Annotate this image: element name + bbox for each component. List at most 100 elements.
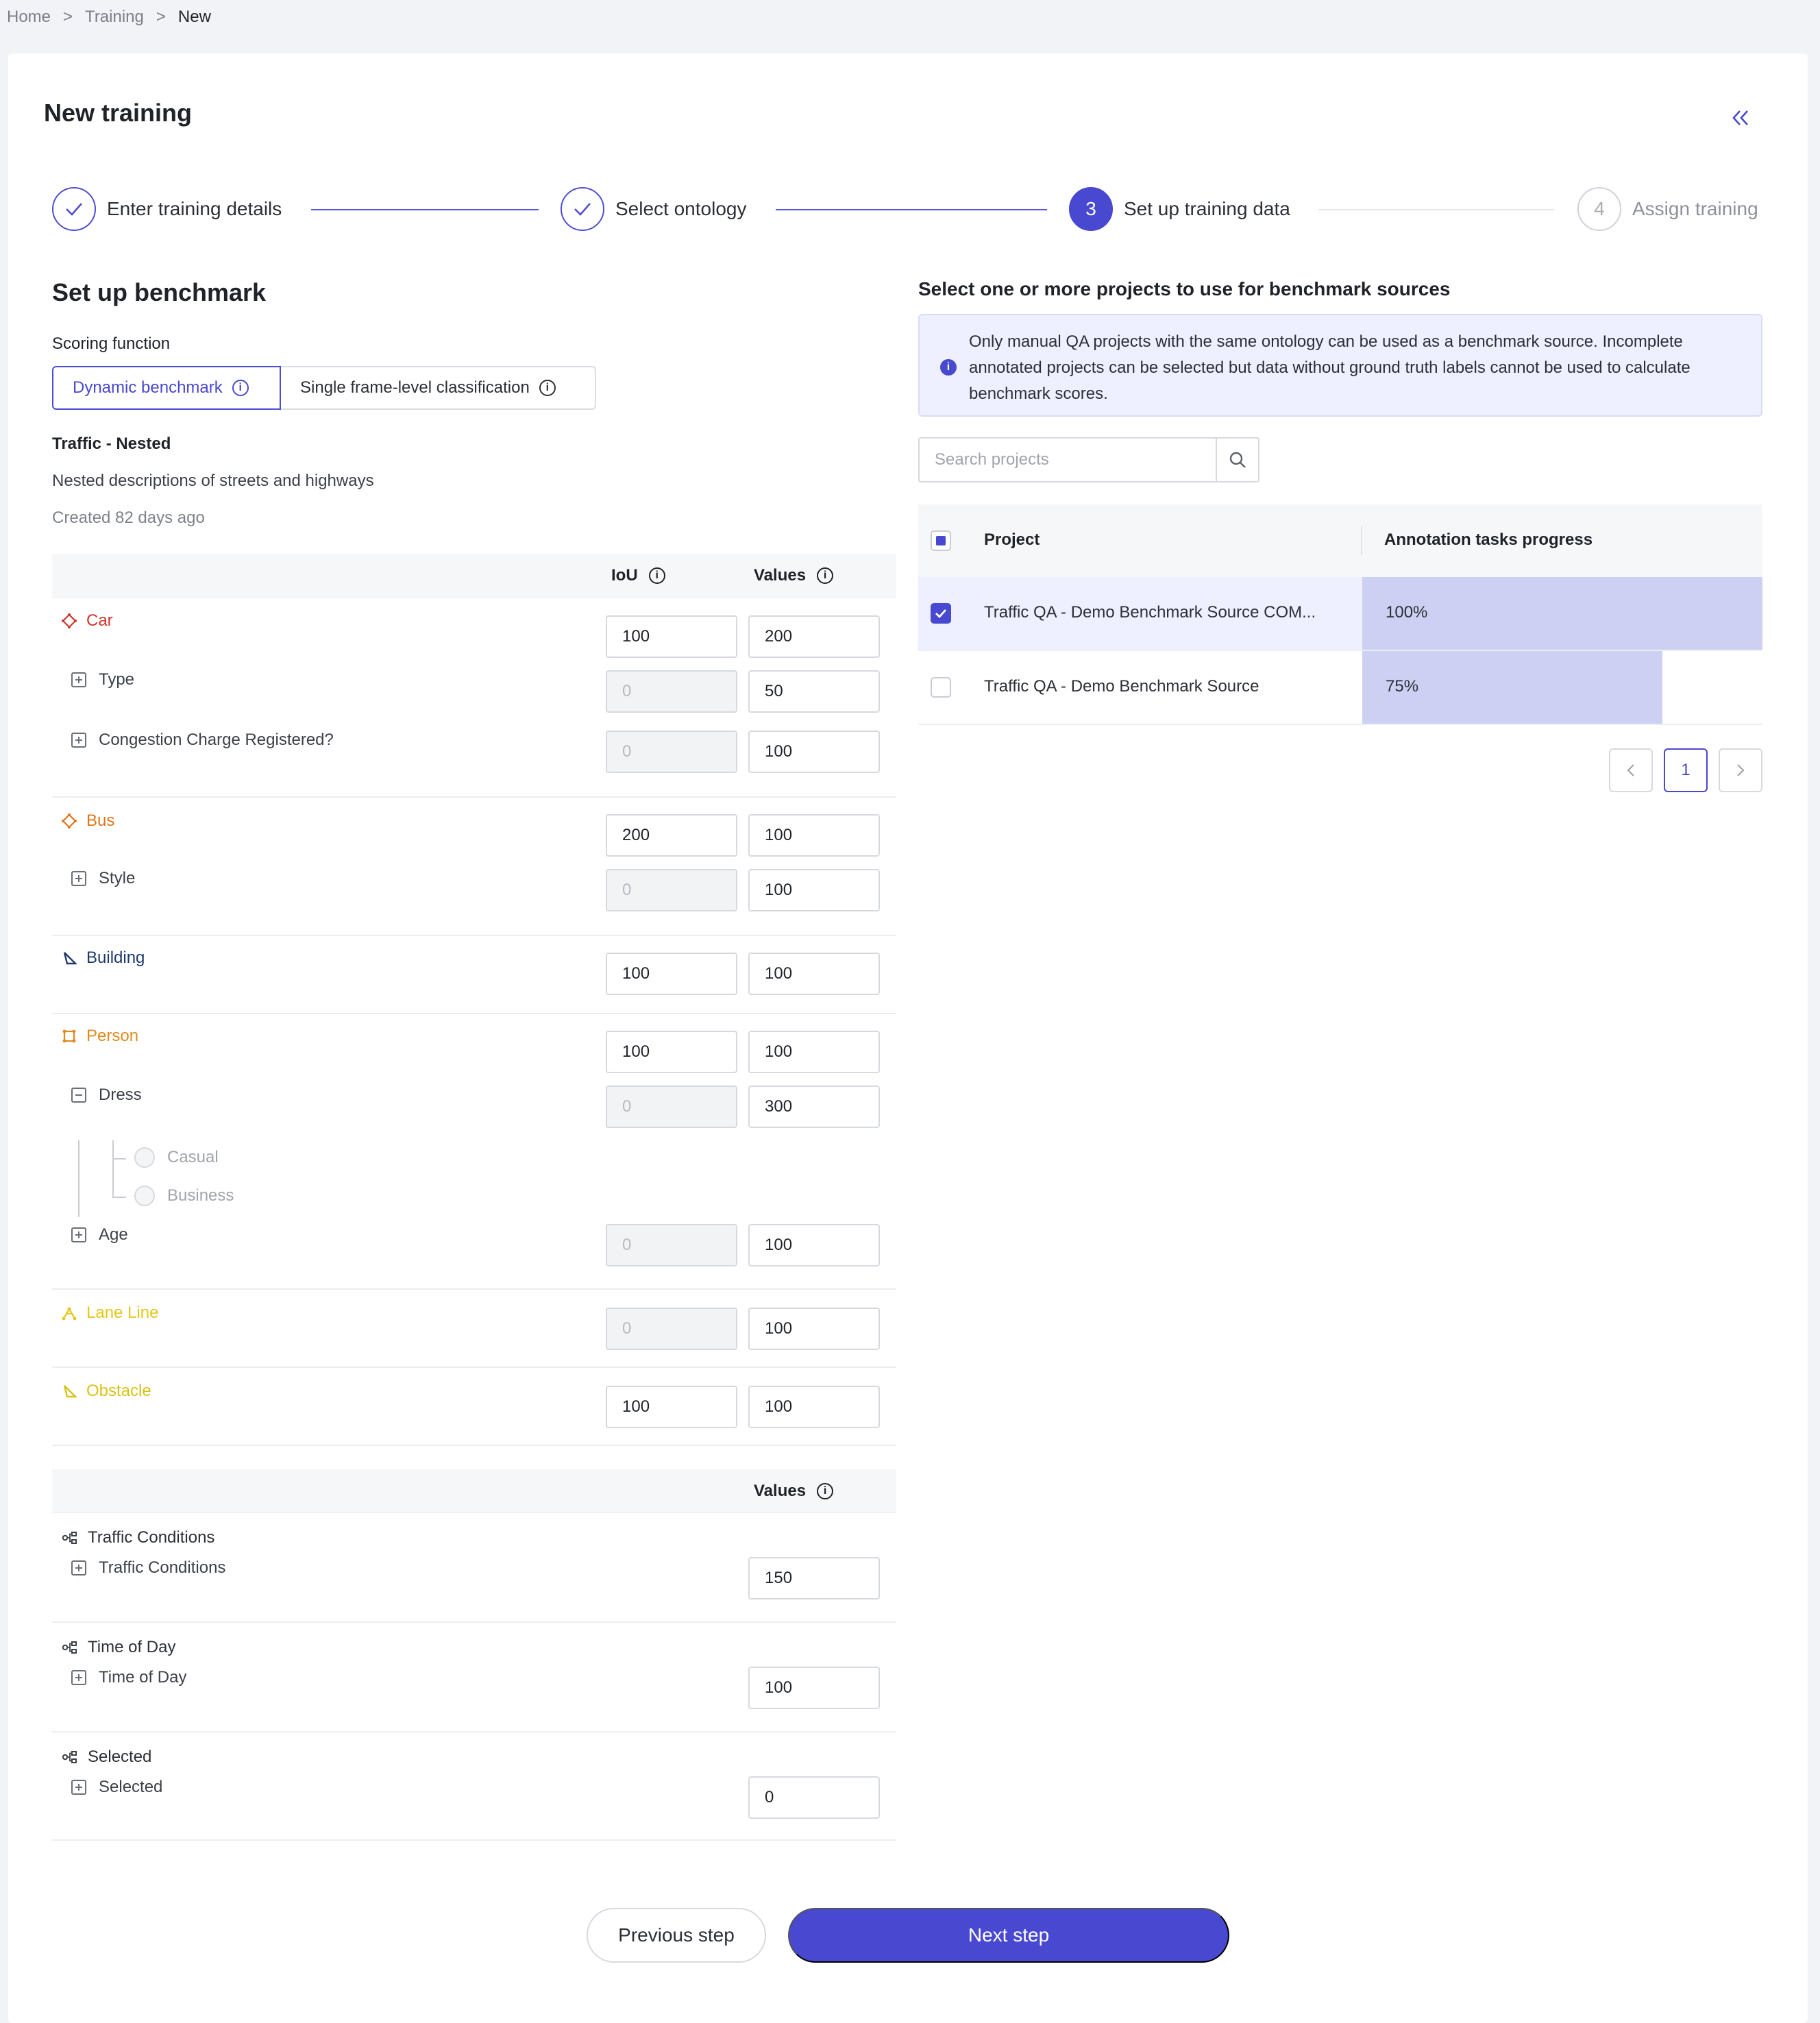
- check-icon: [574, 203, 591, 216]
- attribute-age[interactable]: Age: [71, 1225, 128, 1245]
- info-icon[interactable]: i: [817, 567, 834, 584]
- step-2-done[interactable]: [561, 187, 604, 231]
- tree-connector: [112, 1158, 126, 1160]
- obstacle-iou-input[interactable]: [606, 1386, 737, 1428]
- congestion-value-input[interactable]: [748, 731, 880, 773]
- classification-icon: [62, 1641, 77, 1654]
- bus-iou-input[interactable]: [606, 814, 737, 857]
- congestion-iou-input: [606, 731, 737, 773]
- classification-icon: [62, 1751, 77, 1763]
- classification-sub-time-of-day[interactable]: Time of Day: [71, 1668, 186, 1687]
- values-header-label: Values: [754, 1482, 807, 1500]
- step-3-active[interactable]: 3: [1069, 187, 1113, 231]
- obstacle-value-input[interactable]: [748, 1386, 880, 1428]
- expand-icon[interactable]: [71, 733, 86, 748]
- ontology-created: Created 82 days ago: [52, 508, 205, 527]
- traffic-conditions-value-input[interactable]: [748, 1557, 880, 1599]
- selected-value-input[interactable]: [748, 1776, 880, 1819]
- lane-line-value-input[interactable]: [748, 1308, 880, 1350]
- car-iou-input[interactable]: [606, 615, 737, 658]
- attribute-congestion-charge[interactable]: Congestion Charge Registered?: [71, 731, 334, 750]
- classification-sub-traffic-conditions[interactable]: Traffic Conditions: [71, 1558, 225, 1578]
- tree-connector: [112, 1197, 126, 1198]
- step-2-label[interactable]: Select ontology: [615, 198, 746, 220]
- project-row[interactable]: Traffic QA - Demo Benchmark Source 75%: [918, 651, 1762, 725]
- age-value-input[interactable]: [748, 1224, 880, 1266]
- option-label: Business: [167, 1186, 234, 1205]
- expand-icon[interactable]: [71, 1227, 86, 1242]
- step-1-done[interactable]: [52, 187, 96, 231]
- attribute-style[interactable]: Style: [71, 869, 135, 888]
- info-icon[interactable]: i: [817, 1483, 834, 1499]
- breadcrumb-home[interactable]: Home: [7, 8, 51, 27]
- attribute-dress[interactable]: Dress: [71, 1086, 142, 1105]
- attribute-label: Age: [99, 1225, 128, 1244]
- expand-icon[interactable]: [71, 672, 86, 687]
- object-person: Person: [62, 1027, 138, 1046]
- pagination-prev-button[interactable]: [1609, 748, 1653, 792]
- option-label: Dynamic benchmark: [73, 378, 223, 397]
- expand-icon[interactable]: [71, 1780, 86, 1795]
- collapse-button[interactable]: [1725, 103, 1756, 133]
- pagination-page-1[interactable]: 1: [1664, 748, 1708, 792]
- breadcrumb-training[interactable]: Training: [85, 8, 144, 27]
- breadcrumb-separator: >: [63, 8, 73, 26]
- search-button[interactable]: [1216, 437, 1259, 482]
- car-value-input[interactable]: [748, 615, 880, 658]
- check-icon: [66, 203, 82, 216]
- scoring-toggle: Dynamic benchmark i Single frame-level c…: [52, 366, 596, 410]
- dress-value-input[interactable]: [748, 1086, 880, 1128]
- object-building: Building: [62, 948, 145, 968]
- row-divider: [52, 796, 896, 798]
- step-4-pending[interactable]: 4: [1577, 187, 1621, 231]
- classification-traffic-conditions: Traffic Conditions: [62, 1528, 214, 1547]
- search-bar: [918, 437, 1259, 482]
- objects-table-header: IoU i Values i: [52, 554, 896, 598]
- next-step-button[interactable]: Next step: [788, 1908, 1229, 1963]
- project-name: Traffic QA - Demo Benchmark Source COM..…: [984, 603, 1316, 622]
- info-banner-text: Only manual QA projects with the same on…: [969, 332, 1690, 403]
- style-value-input[interactable]: [748, 869, 880, 911]
- type-value-input[interactable]: [748, 670, 880, 713]
- collapse-icon[interactable]: [71, 1088, 86, 1103]
- single-frame-option[interactable]: Single frame-level classification i: [281, 366, 596, 410]
- expand-icon[interactable]: [71, 1670, 86, 1685]
- previous-step-button[interactable]: Previous step: [587, 1908, 766, 1963]
- attribute-type[interactable]: Type: [71, 670, 134, 689]
- select-all-checkbox[interactable]: [931, 530, 951, 551]
- pagination-next-button[interactable]: [1719, 748, 1762, 792]
- project-checkbox[interactable]: [931, 677, 951, 698]
- info-banner: i Only manual QA projects with the same …: [918, 314, 1762, 417]
- info-icon[interactable]: i: [539, 380, 556, 396]
- classification-label: Time of Day: [88, 1638, 176, 1656]
- building-iou-input[interactable]: [606, 953, 737, 995]
- step-4-label[interactable]: Assign training: [1632, 198, 1758, 220]
- info-icon[interactable]: i: [232, 380, 249, 396]
- person-iou-input[interactable]: [606, 1031, 737, 1073]
- values-header: Values i: [754, 1482, 834, 1501]
- expand-icon[interactable]: [71, 871, 86, 886]
- step-3-label[interactable]: Set up training data: [1124, 198, 1290, 220]
- scoring-label: Scoring function: [52, 334, 171, 353]
- progress-cell: 100%: [1362, 577, 1762, 650]
- attribute-label: Type: [99, 670, 135, 689]
- search-input[interactable]: [918, 437, 1216, 482]
- building-value-input[interactable]: [748, 953, 880, 995]
- project-row[interactable]: Traffic QA - Demo Benchmark Source COM..…: [918, 577, 1762, 651]
- dress-option-business: Business: [134, 1186, 234, 1206]
- object-label: Bus: [86, 811, 115, 830]
- classification-label: Selected: [88, 1748, 152, 1766]
- classification-sub-label: Time of Day: [99, 1668, 187, 1687]
- project-checkbox[interactable]: [931, 603, 951, 624]
- classification-time-of-day: Time of Day: [62, 1638, 175, 1657]
- breadcrumb-separator: >: [156, 8, 166, 26]
- dynamic-benchmark-option[interactable]: Dynamic benchmark i: [52, 366, 281, 410]
- radio-icon: [134, 1147, 155, 1168]
- info-icon[interactable]: i: [648, 567, 665, 584]
- bus-value-input[interactable]: [748, 814, 880, 857]
- step-1-label[interactable]: Enter training details: [107, 198, 282, 220]
- time-of-day-value-input[interactable]: [748, 1667, 880, 1709]
- person-value-input[interactable]: [748, 1031, 880, 1073]
- expand-icon[interactable]: [71, 1560, 86, 1576]
- classification-sub-selected[interactable]: Selected: [71, 1778, 162, 1797]
